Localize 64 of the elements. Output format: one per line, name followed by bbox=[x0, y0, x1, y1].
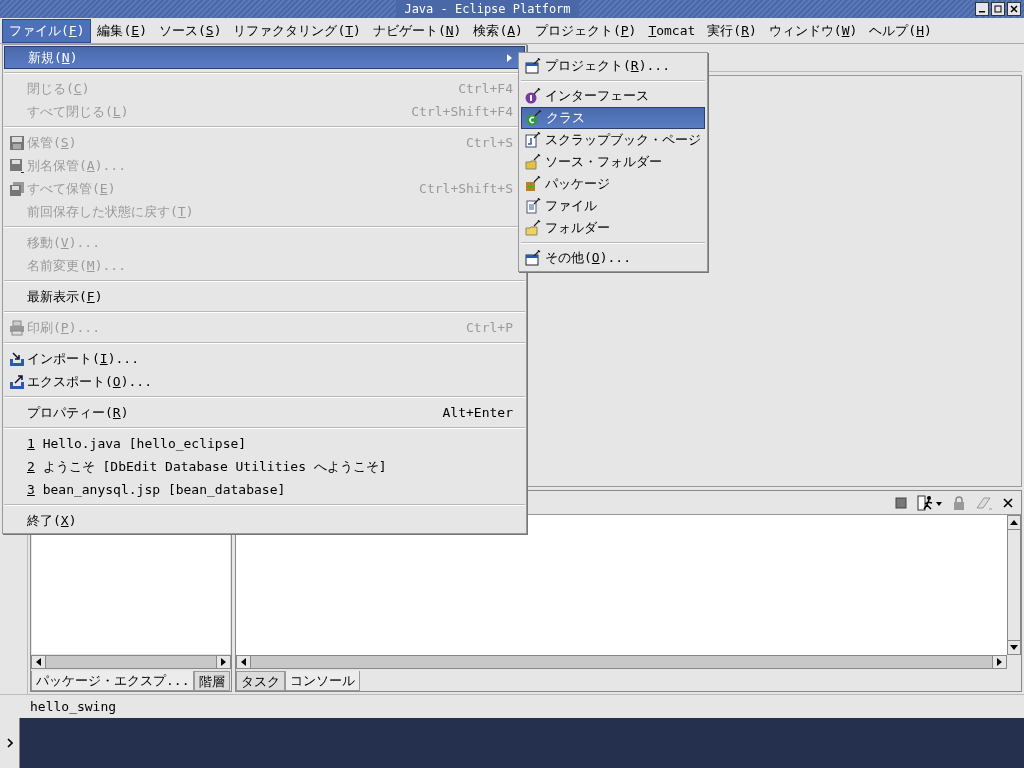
view-tab[interactable]: 階層 bbox=[194, 671, 231, 691]
window-title: Java - Eclipse Platform bbox=[396, 0, 579, 18]
menu-entry[interactable]: 終了(X) bbox=[4, 509, 525, 532]
up-arrow-icon[interactable] bbox=[1010, 519, 1018, 526]
submenu-arrow-icon bbox=[507, 53, 512, 62]
expand-button[interactable] bbox=[0, 718, 20, 768]
printer-icon bbox=[9, 319, 25, 336]
scrapbook-icon bbox=[525, 132, 541, 148]
menu-item[interactable]: Tomcat bbox=[642, 18, 702, 43]
menu-entry[interactable]: 2 ようこそ [DbEdit Database Utilities へようこそ] bbox=[4, 455, 525, 478]
menu-item[interactable]: プロジェクト(P) bbox=[528, 18, 643, 43]
menu-entry[interactable]: 1 Hello.java [hello_eclipse] bbox=[4, 432, 525, 455]
runner-dropdown-icon[interactable] bbox=[917, 494, 943, 511]
menu-entry[interactable]: エクスポート(O)... bbox=[4, 370, 525, 393]
folder-icon bbox=[525, 220, 541, 236]
left-arrow-icon[interactable] bbox=[240, 658, 247, 666]
package-icon bbox=[525, 176, 541, 192]
lock-icon[interactable] bbox=[953, 495, 965, 510]
menu-item[interactable]: 編集(E) bbox=[91, 18, 153, 43]
menu-entry[interactable]: 新規(N) bbox=[4, 46, 525, 69]
menu-item[interactable]: リファクタリング(T) bbox=[227, 18, 367, 43]
menu-entry[interactable]: 3 bean_anysql.jsp [bean_database] bbox=[4, 478, 525, 501]
menu-item[interactable]: 実行(R) bbox=[701, 18, 763, 43]
menu-item[interactable]: ヘルプ(H) bbox=[863, 18, 938, 43]
view-tab[interactable]: パッケージ・エクスプ... bbox=[31, 671, 195, 691]
horizontal-scrollbar[interactable] bbox=[31, 655, 231, 669]
interface-icon bbox=[525, 88, 541, 104]
disks-icon bbox=[9, 180, 25, 197]
menu-entry[interactable]: インポート(I)... bbox=[4, 347, 525, 370]
right-arrow-icon[interactable] bbox=[220, 658, 227, 666]
maximize-icon bbox=[994, 5, 1002, 13]
class-icon bbox=[526, 110, 542, 126]
left-arrow-icon[interactable] bbox=[35, 658, 42, 666]
menu-entry[interactable]: フォルダー bbox=[521, 217, 705, 239]
status-text: hello_swing bbox=[29, 697, 117, 716]
import-icon bbox=[9, 350, 25, 367]
chevron-icon bbox=[6, 738, 13, 748]
stop-icon[interactable] bbox=[895, 496, 907, 509]
minimize-button[interactable] bbox=[975, 2, 989, 16]
close-button[interactable] bbox=[1007, 2, 1021, 16]
horizontal-scrollbar[interactable] bbox=[236, 655, 1007, 669]
down-arrow-icon[interactable] bbox=[1010, 644, 1018, 651]
close-icon[interactable] bbox=[1003, 497, 1013, 508]
menu-item[interactable]: ソース(S) bbox=[152, 18, 228, 43]
close-icon bbox=[1010, 5, 1018, 13]
maximize-button[interactable] bbox=[991, 2, 1005, 16]
menu-entry[interactable]: プロパティー(R) Alt+Enter bbox=[4, 401, 525, 424]
menu-item[interactable]: ファイル(F) bbox=[2, 18, 92, 43]
menu-entry[interactable]: その他(O)... bbox=[521, 247, 705, 269]
file-icon bbox=[525, 198, 541, 214]
new-window-icon bbox=[525, 250, 541, 266]
new-window-icon bbox=[525, 58, 541, 74]
view-tab[interactable]: タスク bbox=[236, 671, 285, 691]
view-tab[interactable]: コンソール bbox=[285, 671, 360, 691]
vertical-scrollbar[interactable] bbox=[1007, 515, 1021, 655]
menu-entry[interactable]: 最新表示(F) bbox=[4, 285, 525, 308]
menu-item[interactable]: ナビゲート(N) bbox=[366, 18, 468, 43]
menu-entry[interactable]: クラス bbox=[521, 107, 705, 129]
menu-item[interactable]: ウィンドウ(W) bbox=[762, 18, 864, 43]
right-arrow-icon[interactable] bbox=[996, 658, 1003, 666]
menu-entry[interactable]: インターフェース bbox=[521, 85, 705, 107]
menu-item[interactable]: 検索(A) bbox=[467, 18, 529, 43]
source-folder-icon bbox=[525, 154, 541, 170]
export-icon bbox=[9, 373, 25, 390]
